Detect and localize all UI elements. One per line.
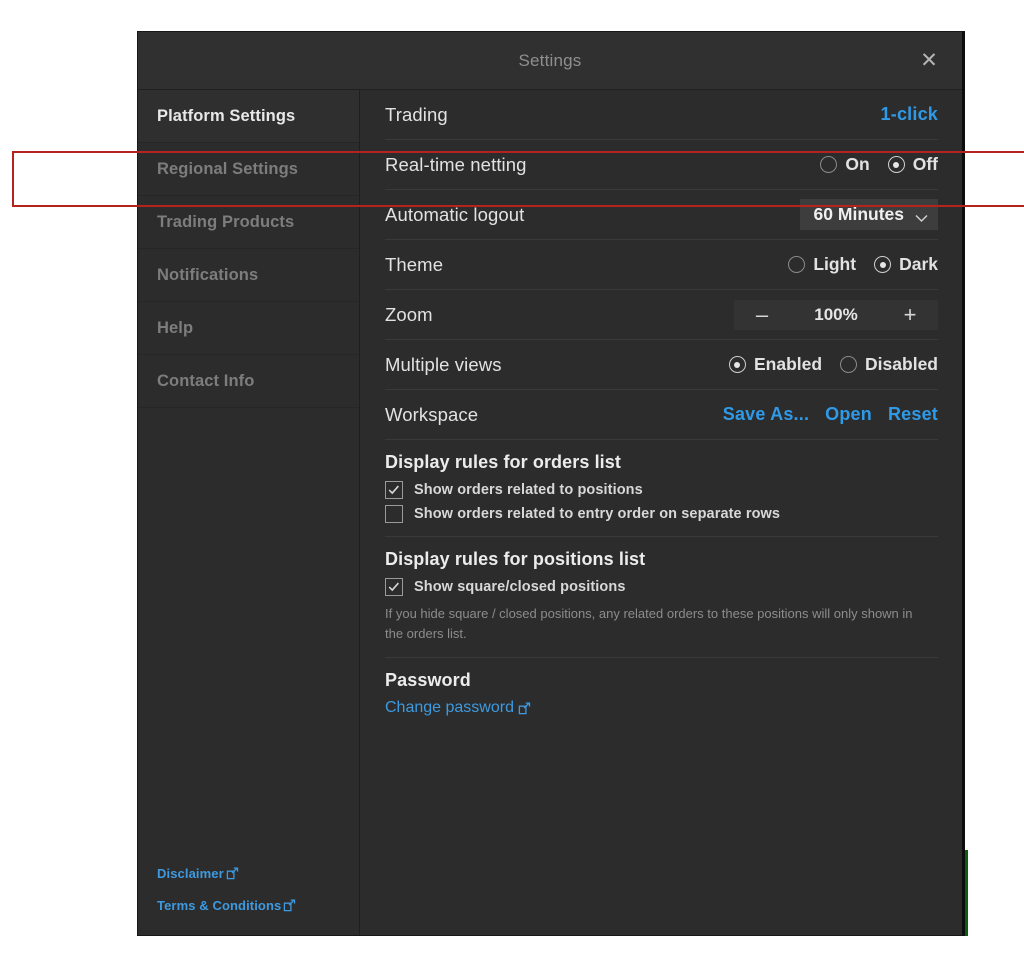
theme-dark-label: Dark [899,254,938,274]
checkbox-label: Show orders related to positions [414,482,643,498]
theme-radio-group: Light Dark [788,254,938,275]
radio-icon [840,356,858,373]
automatic-logout-label: Automatic logout [385,203,525,225]
section-password: Password Change password [385,658,938,730]
zoom-label: Zoom [385,303,433,325]
theme-light-label: Light [813,254,857,274]
password-section-title: Password [385,670,471,690]
row-real-time-netting: Real-time netting On Off [385,140,938,190]
external-link-icon [283,899,296,912]
change-password-link[interactable]: Change password [385,699,938,717]
multiple-views-enabled-label: Enabled [753,354,823,374]
disclaimer-link-label: Disclaimer [157,866,224,881]
theme-label: Theme [385,253,444,275]
workspace-actions: Save As... Open Reset [723,404,938,425]
sidebar-item-platform-settings[interactable]: Platform Settings [138,90,359,143]
zoom-stepper: – 100% + [734,299,938,330]
radio-icon-selected [874,256,892,273]
sidebar-item-help[interactable]: Help [138,302,359,355]
row-automatic-logout: Automatic logout 60 Minutes [385,190,938,240]
chevron-down-icon [915,210,928,223]
sidebar-item-contact-info[interactable]: Contact Info [138,355,359,408]
zoom-value: 100% [814,304,858,324]
real-time-netting-label: Real-time netting [385,153,527,175]
automatic-logout-control: 60 Minutes [799,199,938,230]
positions-hint-text: If you hide square / closed positions, a… [385,606,913,641]
sidebar-item-label: Trading Products [157,212,295,231]
orders-section-title: Display rules for orders list [385,452,621,472]
radio-icon [788,256,806,273]
multiple-views-radio-group: Enabled Disabled [728,354,938,375]
theme-radio-light[interactable]: Light [788,254,856,275]
row-theme: Theme Light Dark [385,240,938,290]
dialog-titlebar: Settings ✕ [138,32,962,90]
external-link-icon [518,701,531,715]
settings-content: Trading 1-click Real-time netting On Off [360,90,962,935]
zoom-control: – 100% + [734,299,938,330]
sidebar-item-notifications[interactable]: Notifications [138,249,359,302]
trading-label: Trading [385,103,448,125]
checkbox-show-square-closed-positions[interactable]: Show square/closed positions [385,578,938,596]
sidebar-item-trading-products[interactable]: Trading Products [138,196,359,249]
dialog-title: Settings [518,50,582,70]
settings-dialog: Settings ✕ Platform Settings Regional Se… [137,31,965,936]
netting-radio-on[interactable]: On [820,154,870,175]
close-icon[interactable]: ✕ [914,46,944,76]
checkbox-icon [385,505,403,523]
multiple-views-radio-enabled[interactable]: Enabled [728,354,823,375]
multiple-views-label: Multiple views [385,353,502,375]
external-link-icon [226,867,239,880]
checkbox-label: Show square/closed positions [414,579,626,595]
automatic-logout-value: 60 Minutes [813,204,904,224]
checkbox-icon-checked [385,481,403,499]
sidebar-item-label: Notifications [157,265,259,284]
multiple-views-disabled-label: Disabled [865,354,938,374]
terms-conditions-link-label: Terms & Conditions [157,898,282,913]
checkbox-show-orders-related-to-positions[interactable]: Show orders related to positions [385,481,938,499]
netting-radio-off[interactable]: Off [887,154,938,175]
trading-control: 1-click [881,104,938,125]
row-workspace: Workspace Save As... Open Reset [385,390,938,440]
checkbox-icon-checked [385,578,403,596]
automatic-logout-select[interactable]: 60 Minutes [799,199,938,230]
netting-on-label: On [845,154,870,174]
row-zoom: Zoom – 100% + [385,290,938,340]
row-trading: Trading 1-click [385,90,938,140]
change-password-label: Change password [385,699,514,716]
sidebar-item-label: Regional Settings [157,159,299,178]
positions-section-title: Display rules for positions list [385,549,646,569]
zoom-increase-button[interactable]: + [888,303,932,326]
disclaimer-link[interactable]: Disclaimer [157,866,359,881]
section-orders-display-rules: Display rules for orders list Show order… [385,440,938,537]
real-time-netting-radio-group: On Off [820,154,938,175]
workspace-label: Workspace [385,403,479,425]
one-click-button[interactable]: 1-click [881,104,938,125]
multiple-views-radio-disabled[interactable]: Disabled [840,354,938,375]
workspace-reset-button[interactable]: Reset [888,404,938,425]
workspace-open-button[interactable]: Open [825,404,872,425]
sidebar-item-label: Contact Info [157,371,255,390]
checkbox-label: Show orders related to entry order on se… [414,506,781,522]
theme-radio-dark[interactable]: Dark [874,254,938,275]
zoom-decrease-button[interactable]: – [740,303,784,326]
row-multiple-views: Multiple views Enabled Disabled [385,340,938,390]
checkbox-show-orders-entry-separate-rows[interactable]: Show orders related to entry order on se… [385,505,938,523]
sidebar-footer-links: Disclaimer Terms & Conditions [138,866,359,935]
terms-conditions-link[interactable]: Terms & Conditions [157,898,359,913]
section-positions-display-rules: Display rules for positions list Show sq… [385,537,938,658]
dialog-body: Platform Settings Regional Settings Trad… [138,90,962,935]
sidebar: Platform Settings Regional Settings Trad… [138,90,360,935]
sidebar-item-label: Platform Settings [157,106,296,125]
sidebar-item-regional-settings[interactable]: Regional Settings [138,143,359,196]
radio-icon-selected [728,356,746,373]
radio-icon-selected [887,156,905,173]
netting-off-label: Off [912,154,938,174]
radio-icon [820,156,838,173]
workspace-save-as-button[interactable]: Save As... [723,404,809,425]
sidebar-item-label: Help [157,318,194,337]
